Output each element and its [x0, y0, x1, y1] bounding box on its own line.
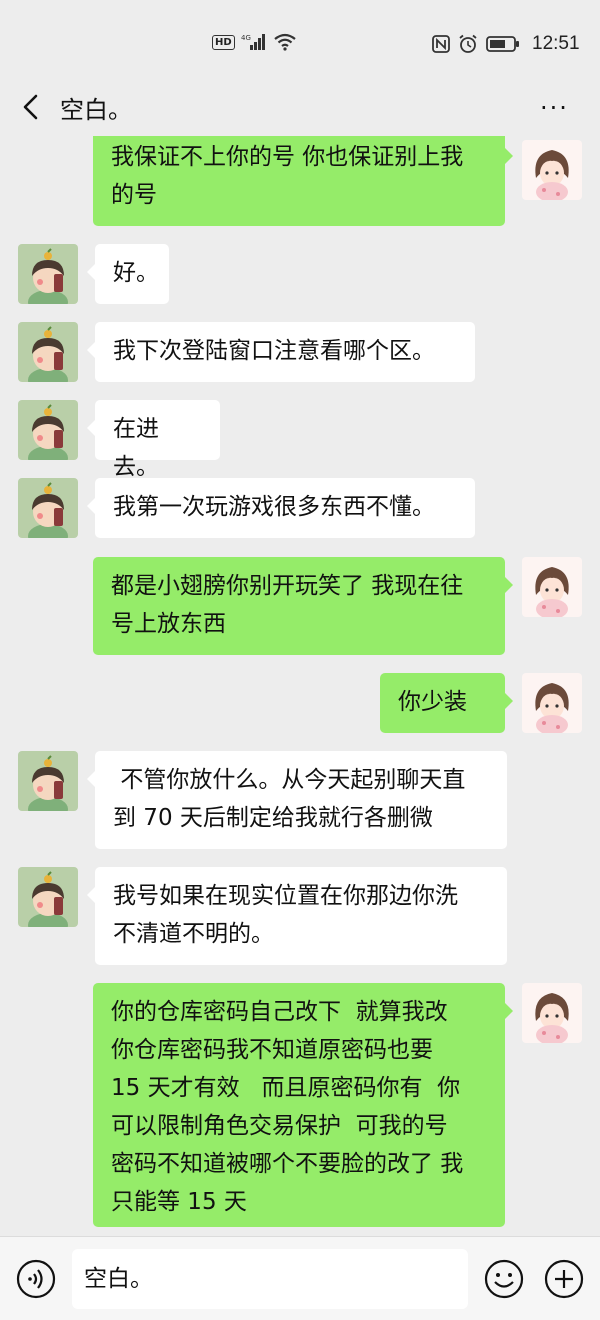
hd-badge: HD — [212, 34, 235, 50]
back-arrow-icon[interactable] — [18, 92, 46, 122]
message-bubble[interactable]: 我号如果在现实位置在你那边你洗 不清道不明的。 — [87, 867, 507, 965]
add-attachment-icon[interactable] — [544, 1259, 584, 1299]
chat-header: 空白。 ··· — [0, 80, 600, 136]
message-bubble[interactable]: 你少装 — [380, 673, 513, 733]
message-input[interactable]: 空白。 — [72, 1249, 468, 1309]
contact-avatar[interactable] — [18, 322, 78, 382]
my-avatar[interactable] — [522, 557, 582, 617]
contact-avatar[interactable] — [18, 478, 78, 538]
contact-avatar[interactable] — [18, 244, 78, 304]
contact-avatar[interactable] — [18, 867, 78, 927]
message-bubble[interactable]: 我下次登陆窗口注意看哪个区。 — [87, 322, 475, 382]
message-bubble[interactable]: 在进去。 — [87, 400, 220, 480]
status-bar: HD 4G 12:51 — [0, 0, 600, 80]
my-avatar[interactable] — [522, 983, 582, 1043]
message-bubble[interactable]: 好。 — [87, 244, 169, 304]
message-bubble[interactable]: 我第一次玩游戏很多东西不懂。 — [87, 478, 475, 538]
my-avatar[interactable] — [522, 673, 582, 733]
nfc-icon — [432, 35, 450, 53]
message-bubble[interactable]: 都是小翅膀你别开玩笑了 我现在往 号上放东西 — [93, 557, 513, 655]
voice-input-icon[interactable] — [16, 1259, 56, 1299]
system-indicators: 12:51 — [432, 33, 580, 55]
message-bubble[interactable]: 你的仓库密码自己改下 就算我改 你仓库密码我不知道原密码也要 15 天才有效 而… — [93, 983, 513, 1227]
battery-icon — [486, 36, 519, 52]
chat-title: 空白。 — [60, 96, 132, 124]
my-avatar[interactable] — [522, 140, 582, 200]
alarm-icon — [459, 34, 477, 53]
svg-text:4G: 4G — [241, 34, 251, 42]
contact-avatar[interactable] — [18, 751, 78, 811]
more-options-button[interactable]: ··· — [540, 94, 569, 122]
wifi-icon — [273, 33, 296, 51]
network-indicators: HD 4G — [212, 33, 297, 51]
signal-icon: 4G — [241, 34, 265, 50]
input-bar: 空白。 — [0, 1236, 600, 1320]
clock: 12:51 — [532, 33, 580, 54]
message-list[interactable]: 我保证不上你的号 你也保证别上我 的号 好。 我下次登陆窗口注意看哪个区。 在进… — [0, 136, 600, 1236]
contact-avatar[interactable] — [18, 400, 78, 460]
emoji-icon[interactable] — [484, 1259, 524, 1299]
message-bubble[interactable]: 我保证不上你的号 你也保证别上我 的号 — [93, 136, 513, 226]
message-bubble[interactable]: 不管你放什么。从今天起别聊天直 到 70 天后制定给我就行各删微 — [87, 751, 507, 849]
